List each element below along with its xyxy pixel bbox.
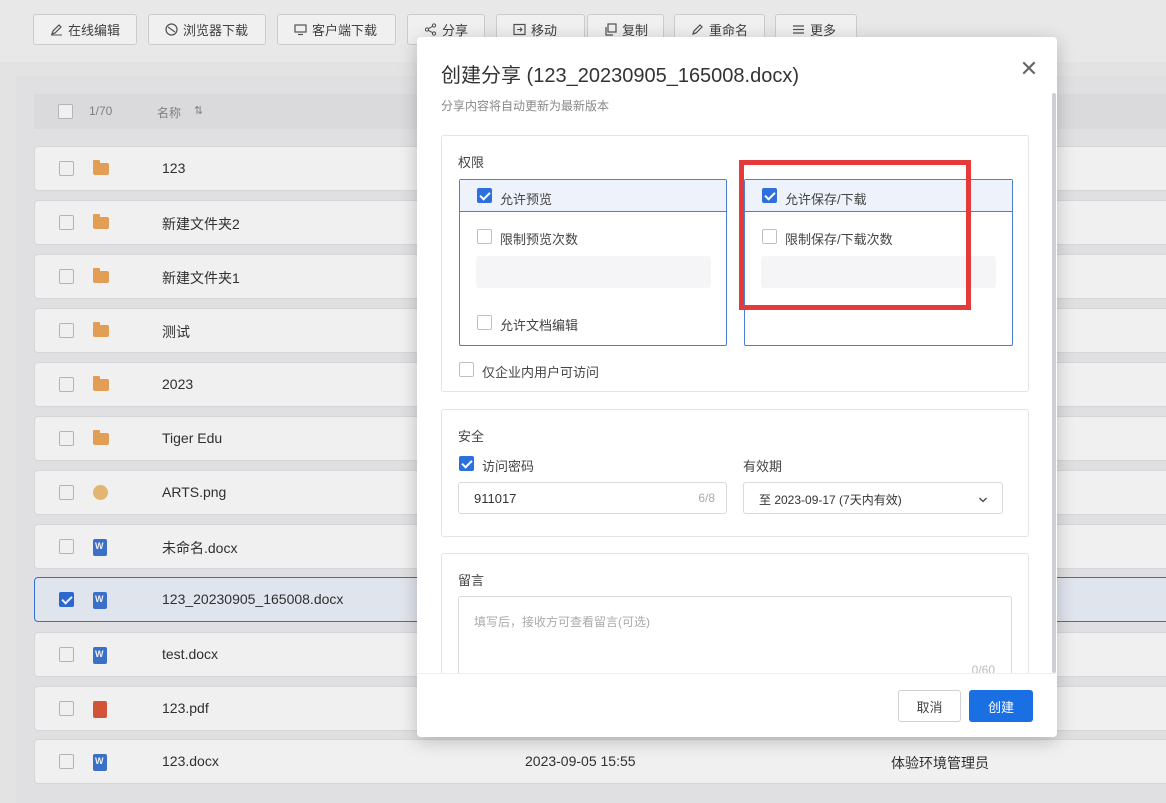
validity-select[interactable]: 至 2023-09-17 (7天内有效)	[743, 482, 1003, 514]
password-counter: 6/8	[698, 491, 715, 505]
dialog-title: 创建分享 (123_20230905_165008.docx)	[441, 65, 800, 87]
security-title: 安全	[458, 429, 485, 444]
preview-count-input[interactable]	[476, 256, 711, 288]
preview-permission-card: 允许预览 限制预览次数 允许文档编辑	[459, 179, 727, 346]
enterprise-only-label: 仅企业内用户可访问	[482, 365, 600, 380]
password-value: 911017	[474, 491, 517, 506]
access-password-label: 访问密码	[482, 459, 535, 474]
create-share-dialog: 创建分享 (123_20230905_165008.docx) 分享内容将自动更…	[417, 37, 1057, 737]
dialog-footer: 取消 创建	[417, 673, 1057, 737]
password-input[interactable]: 911017 6/8	[458, 482, 727, 514]
validity-label: 有效期	[743, 459, 783, 474]
create-button[interactable]: 创建	[969, 690, 1033, 722]
allow-doc-edit-label: 允许文档编辑	[500, 318, 579, 333]
cancel-button[interactable]: 取消	[898, 690, 961, 722]
message-placeholder: 填写后，接收方可查看留言(可选)	[474, 615, 650, 629]
allow-preview-checkbox[interactable]	[477, 188, 492, 203]
highlight-box	[739, 160, 971, 310]
validity-value: 至 2023-09-17 (7天内有效)	[759, 493, 902, 507]
message-title: 留言	[458, 573, 485, 588]
security-section: 安全 访问密码 911017 6/8 有效期 至 2023-09-17 (7天内…	[441, 409, 1029, 537]
permissions-title: 权限	[458, 155, 485, 170]
chevron-down-icon	[978, 492, 988, 508]
close-icon[interactable]: ✕	[1019, 58, 1039, 80]
dialog-scrollbar[interactable]	[1052, 93, 1056, 673]
allow-preview-label: 允许预览	[500, 192, 553, 207]
allow-doc-edit-checkbox[interactable]	[477, 315, 492, 330]
limit-preview-count-checkbox[interactable]	[477, 229, 492, 244]
enterprise-only-checkbox[interactable]	[459, 362, 474, 377]
limit-preview-count-label: 限制预览次数	[500, 232, 579, 247]
dialog-subtitle: 分享内容将自动更新为最新版本	[441, 99, 610, 113]
access-password-checkbox[interactable]	[459, 456, 474, 471]
